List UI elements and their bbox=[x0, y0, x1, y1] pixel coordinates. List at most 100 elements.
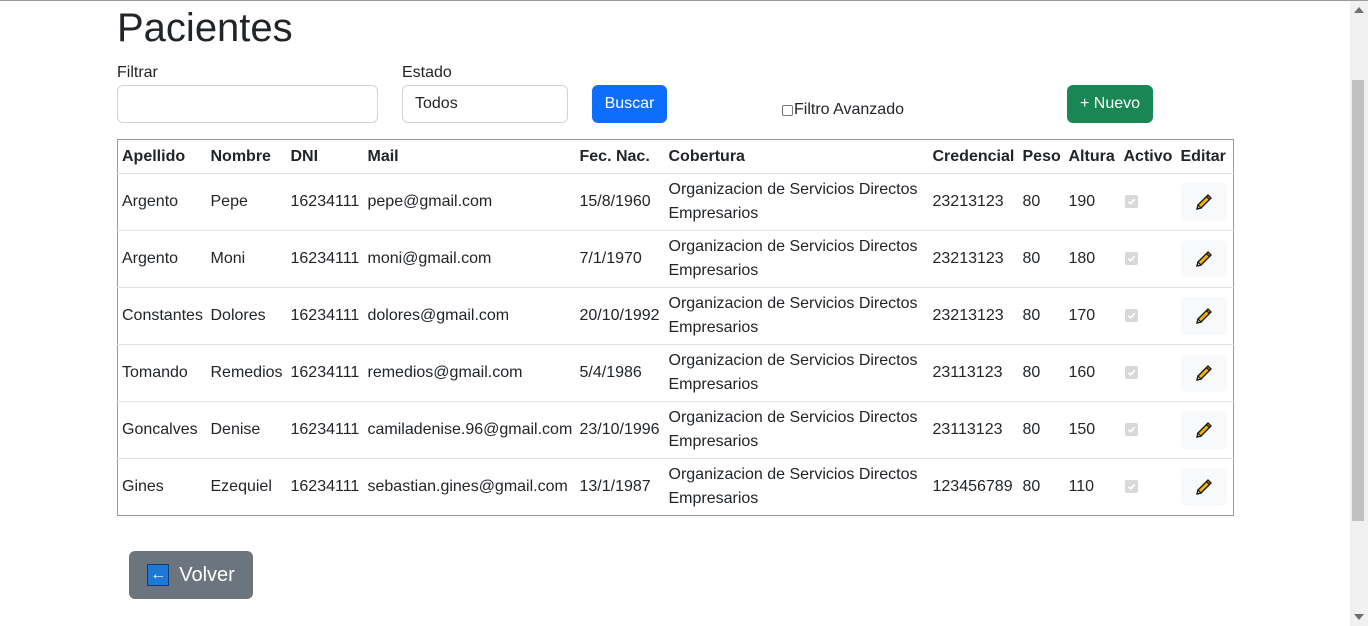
pencil-icon bbox=[1195, 479, 1212, 495]
active-checkbox bbox=[1124, 252, 1138, 265]
checkbox-checked-icon bbox=[1127, 369, 1135, 377]
cell-apellido: Gines bbox=[122, 478, 164, 495]
cell-cobertura: Organizacion de Servicios Directos Empre… bbox=[664, 401, 929, 459]
cell-cobertura: Organizacion de Servicios Directos Empre… bbox=[664, 287, 929, 345]
column-header: Fec. Nac. bbox=[575, 139, 665, 174]
cell-activo bbox=[1120, 459, 1177, 516]
checkbox-checked-icon bbox=[1127, 312, 1135, 320]
cell-cobertura: Organizacion de Servicios Directos Empre… bbox=[668, 466, 918, 507]
back-button[interactable]: ← Volver bbox=[129, 551, 253, 599]
cell-cobertura: Organizacion de Servicios Directos Empre… bbox=[664, 230, 929, 288]
cell-fec-nac: 5/4/1986 bbox=[575, 344, 665, 402]
status-select[interactable]: Todos bbox=[402, 85, 568, 123]
cell-activo bbox=[1119, 287, 1177, 345]
cell-altura: 150 bbox=[1064, 401, 1120, 459]
cell-peso: 80 bbox=[1018, 230, 1065, 288]
cell-fec-nac: 7/1/1970 bbox=[575, 230, 665, 288]
column-header: Mail bbox=[363, 139, 576, 174]
edit-button[interactable] bbox=[1180, 183, 1227, 221]
scrollbar-thumb[interactable] bbox=[1352, 80, 1364, 521]
advanced-filter-checkbox[interactable] bbox=[782, 104, 793, 116]
table-row: Argento Pepe 16234111 pepe@gmail.com 15/8/19… bbox=[117, 173, 1234, 231]
search-button[interactable]: Buscar bbox=[592, 85, 667, 123]
column-header: Peso bbox=[1018, 139, 1065, 174]
active-checkbox bbox=[1124, 309, 1138, 322]
cell-altura: 170 bbox=[1064, 287, 1120, 345]
cell-credencial: 23213123 bbox=[928, 230, 1019, 288]
pencil-icon bbox=[1195, 194, 1212, 210]
cell-apellido: Goncalves bbox=[117, 401, 207, 459]
cell-credencial: 123456789 bbox=[932, 478, 1013, 495]
edit-button[interactable] bbox=[1180, 297, 1227, 335]
cell-peso: 80 bbox=[1018, 287, 1065, 345]
patients-table: Apellido Nombre DNI Mail Fec. Nac. Cobertura C… bbox=[117, 139, 1234, 516]
active-checkbox bbox=[1124, 195, 1138, 208]
cell-peso: 80 bbox=[1022, 478, 1041, 495]
cell-credencial: 23113123 bbox=[928, 401, 1019, 459]
pencil-icon bbox=[1195, 422, 1212, 438]
active-checkbox bbox=[1124, 366, 1138, 379]
table-row: Goncalves Denise 16234111 camiladenise.96@g… bbox=[117, 401, 1234, 459]
cell-altura: 190 bbox=[1064, 173, 1120, 231]
cell-activo bbox=[1119, 344, 1177, 402]
cell-dni: 16234111 bbox=[286, 287, 364, 345]
column-header: DNI bbox=[286, 139, 364, 174]
advanced-filter-toggle[interactable]: Filtro Avanzado bbox=[782, 101, 904, 119]
cell-dni: 16234111 bbox=[286, 173, 364, 231]
checkbox-checked-icon bbox=[1127, 255, 1135, 263]
table-row: Constantes Dolores 16234111 dolores@gmail.c… bbox=[117, 287, 1234, 345]
pencil-icon bbox=[1195, 251, 1212, 267]
checkbox-checked-icon bbox=[1127, 483, 1135, 491]
advanced-filter-label: Filtro Avanzado bbox=[794, 101, 904, 118]
cell-editar bbox=[1177, 459, 1234, 516]
cell-editar bbox=[1176, 344, 1234, 402]
scroll-up-icon[interactable] bbox=[1354, 7, 1364, 13]
cell-fec-nac: 20/10/1992 bbox=[575, 287, 665, 345]
new-patient-button[interactable]: + Nuevo bbox=[1067, 85, 1153, 123]
cell-mail: moni@gmail.com bbox=[363, 230, 576, 288]
cell-nombre: Ezequiel bbox=[210, 478, 272, 495]
cell-altura: 110 bbox=[1068, 478, 1095, 495]
column-header: Cobertura bbox=[664, 139, 929, 174]
cell-activo bbox=[1119, 401, 1177, 459]
cell-nombre: Denise bbox=[206, 401, 287, 459]
cell-altura: 180 bbox=[1064, 230, 1120, 288]
cell-cobertura: Organizacion de Servicios Directos Empre… bbox=[664, 173, 929, 231]
cell-dni: 16234111 bbox=[290, 478, 360, 495]
edit-button[interactable] bbox=[1180, 354, 1227, 392]
cell-apellido: Argento bbox=[117, 173, 207, 231]
cell-activo bbox=[1119, 230, 1177, 288]
cell-dni: 16234111 bbox=[286, 401, 364, 459]
back-button-label: Volver bbox=[179, 563, 235, 586]
cell-cobertura: Organizacion de Servicios Directos Empre… bbox=[664, 344, 929, 402]
cell-activo bbox=[1119, 173, 1177, 231]
cell-peso: 80 bbox=[1018, 173, 1065, 231]
table-row: Tomando Remedios 16234111 remedios@gmail.co… bbox=[117, 344, 1234, 402]
cell-fec-nac: 23/10/1996 bbox=[575, 401, 665, 459]
scroll-down-icon[interactable] bbox=[1354, 614, 1364, 620]
cell-nombre: Remedios bbox=[206, 344, 287, 402]
cell-peso: 80 bbox=[1018, 344, 1065, 402]
cell-mail: sebastian.gines@gmail.com bbox=[367, 478, 568, 495]
status-label: Estado bbox=[402, 64, 452, 81]
cell-peso: 80 bbox=[1018, 401, 1065, 459]
cell-dni: 16234111 bbox=[286, 344, 364, 402]
left-arrow-icon: ← bbox=[147, 564, 170, 586]
cell-editar bbox=[1176, 287, 1234, 345]
cell-apellido: Argento bbox=[117, 230, 207, 288]
cell-nombre: Moni bbox=[206, 230, 287, 288]
filter-input[interactable] bbox=[117, 85, 378, 123]
cell-credencial: 23213123 bbox=[928, 287, 1019, 345]
cell-altura: 160 bbox=[1064, 344, 1120, 402]
pencil-icon bbox=[1195, 308, 1212, 324]
edit-button[interactable] bbox=[1180, 411, 1227, 449]
page-scrollbar[interactable] bbox=[1350, 1, 1368, 626]
cell-fec-nac: 13/1/1987 bbox=[579, 478, 651, 495]
table-header-row: Apellido Nombre DNI Mail Fec. Nac. Cobertura C… bbox=[117, 139, 1234, 174]
edit-button[interactable] bbox=[1180, 240, 1227, 278]
column-header: Editar bbox=[1176, 139, 1234, 174]
edit-button[interactable] bbox=[1180, 468, 1227, 506]
cell-credencial: 23113123 bbox=[928, 344, 1019, 402]
cell-fec-nac: 15/8/1960 bbox=[575, 173, 665, 231]
cell-mail: camiladenise.96@gmail.com bbox=[363, 401, 576, 459]
